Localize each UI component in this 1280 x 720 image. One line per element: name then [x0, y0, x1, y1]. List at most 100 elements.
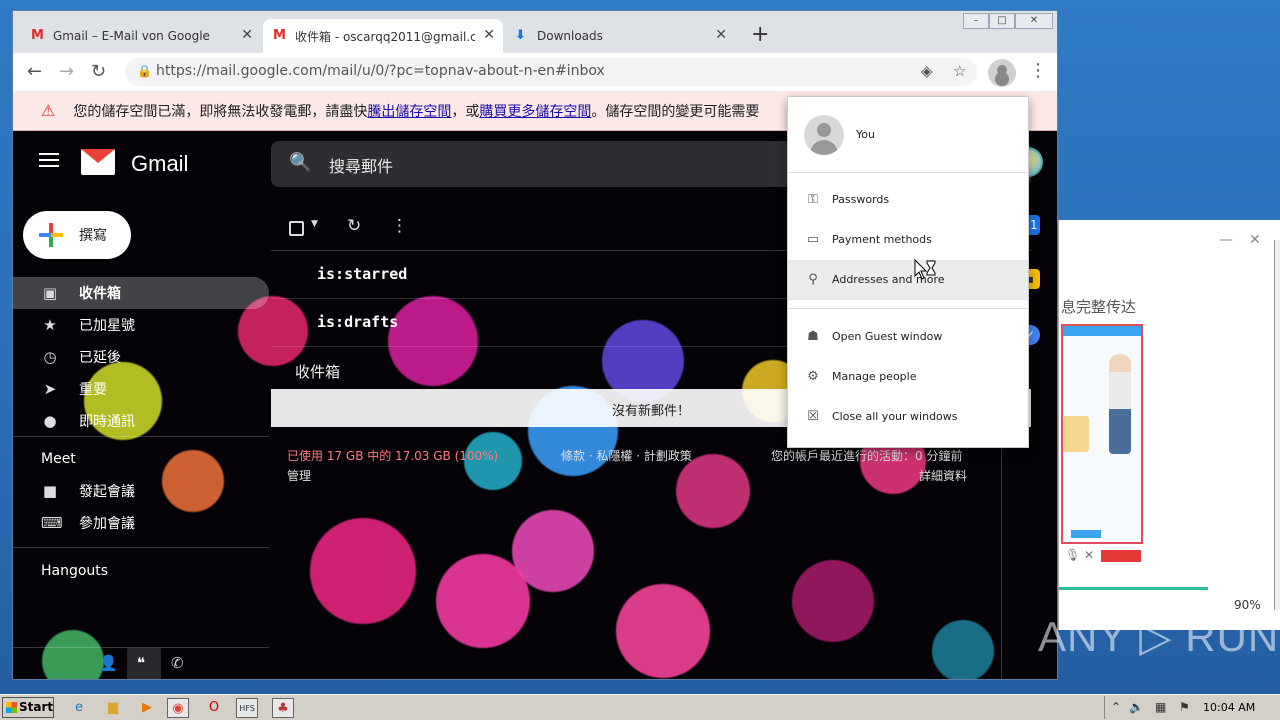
nav-item-chats[interactable]: ● 即時通訊 — [13, 405, 269, 437]
warning-text: 您的儲存空間已滿，即將無法收發電郵，請盡快 — [73, 103, 368, 120]
tab-inbox[interactable]: M 收件箱 - oscarqq2011@gmail.com - Gm ✕ — [263, 19, 503, 53]
minimize-window-button[interactable]: – — [963, 13, 989, 29]
menu-item-label: Open Guest window — [832, 330, 943, 343]
free-up-storage-link[interactable]: 騰出儲存空間 — [367, 101, 451, 121]
media-player-icon[interactable]: ▶ — [136, 698, 158, 718]
main-menu-icon[interactable] — [39, 153, 59, 167]
minimize-icon[interactable]: — — [1219, 232, 1233, 248]
nav-item-inbox[interactable]: ▣ 收件箱 — [13, 277, 269, 309]
search-icon[interactable]: 🔍 — [289, 152, 311, 173]
close-icon[interactable]: ✕ — [241, 27, 253, 43]
nav-label: 已延後 — [79, 350, 121, 366]
start-button[interactable]: Start — [2, 697, 54, 718]
chrome-window: M Gmail – E-Mail von Google ✕ M 收件箱 - os… — [12, 10, 1058, 680]
nav-label: 收件箱 — [79, 286, 121, 302]
hangouts-section-title: Hangouts — [41, 563, 109, 579]
label-icon: ➤ — [43, 380, 57, 398]
ie-icon[interactable]: e — [68, 698, 90, 718]
hangouts-icon[interactable]: ❝ — [137, 654, 145, 672]
menu-item-manage-people[interactable]: ⚙ Manage people — [788, 357, 1028, 397]
policy-links[interactable]: 條款 · 私隱權 · 計劃政策 — [561, 447, 692, 464]
more-options-icon[interactable]: ⋮ — [391, 216, 408, 236]
nav-item-important[interactable]: ➤ 重要 — [13, 373, 269, 405]
folder-icon[interactable]: ▆ — [102, 698, 124, 718]
close-icon[interactable]: ✕ — [483, 27, 495, 43]
volume-icon[interactable]: 🔈 — [1129, 700, 1144, 714]
chrome-icon[interactable]: ◉ — [167, 698, 189, 718]
menu-item-label: Passwords — [832, 193, 890, 206]
chevron-down-icon[interactable]: ▼ — [311, 219, 318, 229]
extension-icon[interactable]: ◈ — [921, 62, 933, 80]
menu-item-addresses[interactable]: ⚲ Addresses and more — [788, 260, 1028, 300]
tab-title: Downloads — [537, 29, 603, 43]
details-link[interactable]: 詳細資料 — [919, 467, 967, 484]
contacts-icon[interactable]: 👤 — [99, 654, 118, 672]
gear-icon: ⚙ — [807, 369, 819, 384]
menu-item-payment-methods[interactable]: ▭ Payment methods — [788, 220, 1028, 260]
profile-button[interactable] — [988, 59, 1016, 87]
meet-list: ■ 發起會議 ⌨ 參加會議 — [13, 475, 269, 539]
tab-downloads[interactable]: ⬇ Downloads ✕ — [505, 19, 735, 53]
menu-item-guest-window[interactable]: ☗ Open Guest window — [788, 317, 1028, 357]
manage-link[interactable]: 管理 — [287, 467, 311, 484]
close-window-button[interactable]: ✕ — [1015, 13, 1053, 29]
new-tab-button[interactable]: + — [751, 23, 769, 47]
progress-percent: 90% — [1234, 598, 1261, 612]
opera-icon[interactable]: O — [203, 698, 225, 718]
menu-divider — [788, 172, 1028, 173]
chrome-menu-icon[interactable]: ⋮ — [1029, 60, 1047, 81]
reload-icon[interactable]: ↻ — [91, 61, 106, 82]
phone-icon[interactable]: ✆ — [171, 654, 184, 672]
profile-name[interactable]: You — [856, 128, 875, 141]
buy-storage-link[interactable]: 購買更多儲存空間 — [479, 101, 591, 121]
close-icon[interactable]: ✕ — [715, 27, 727, 43]
background-app-window[interactable]: — ✕ 息完整传达 🎙 ✕ 90% — [1058, 220, 1280, 630]
nav-item-snoozed[interactable]: ◷ 已延後 — [13, 341, 269, 373]
meet-new-meeting[interactable]: ■ 發起會議 — [13, 475, 269, 507]
menu-item-label: Payment methods — [832, 233, 932, 246]
menu-item-label: Manage people — [832, 370, 917, 383]
app-icon[interactable]: ♣ — [272, 698, 294, 718]
restore-window-button[interactable]: □ — [989, 13, 1015, 29]
video-icon: ■ — [42, 482, 58, 500]
divider — [13, 436, 269, 437]
gmail-logo-text[interactable]: Gmail — [131, 151, 188, 177]
close-box-icon: ☒ — [807, 409, 819, 424]
hangouts-bottom-bar: 👤 ❝ ✆ — [13, 647, 269, 679]
record-button[interactable] — [1101, 550, 1141, 562]
gmail-logo-icon[interactable] — [81, 149, 115, 175]
chip-text: is:starred — [317, 265, 408, 283]
chevron-up-icon[interactable]: ⌃ — [1111, 700, 1121, 714]
lock-icon[interactable]: 🔒 — [137, 64, 152, 78]
network-icon[interactable]: ▦ — [1155, 700, 1166, 714]
chat-icon: ● — [43, 412, 57, 430]
nav-item-starred[interactable]: ★ 已加星號 — [13, 309, 269, 341]
meet-join-meeting[interactable]: ⌨ 參加會議 — [13, 507, 269, 539]
menu-item-passwords[interactable]: ⚿ Passwords — [788, 180, 1028, 220]
select-all-checkbox[interactable] — [289, 221, 304, 236]
bookmark-star-icon[interactable]: ☆ — [953, 62, 966, 80]
tab-title: 收件箱 - oscarqq2011@gmail.com - Gm — [295, 29, 475, 44]
refresh-icon[interactable]: ↻ — [347, 216, 361, 236]
back-icon[interactable]: ← — [27, 61, 42, 82]
hfs-icon[interactable]: HFS — [236, 698, 258, 718]
menu-item-close-windows[interactable]: ☒ Close all your windows — [788, 397, 1028, 437]
close-icon[interactable]: ✕ — [1249, 232, 1261, 248]
flag-icon[interactable]: ⚑ — [1179, 700, 1190, 714]
address-bar[interactable]: 🔒 https://mail.google.com/mail/u/0/?pc=t… — [125, 58, 977, 86]
divider — [13, 547, 269, 548]
microphone-icon[interactable]: 🎙 ✕ — [1065, 548, 1094, 562]
location-pin-icon: ⚲ — [808, 272, 818, 287]
key-icon: ⚿ — [808, 192, 818, 207]
compose-label: 撰寫 — [79, 228, 107, 244]
forward-icon[interactable]: → — [59, 61, 74, 82]
guest-icon: ☗ — [807, 329, 819, 344]
app-headline: 息完整传达 — [1061, 298, 1137, 316]
url-text[interactable]: https://mail.google.com/mail/u/0/?pc=top… — [156, 63, 605, 79]
gmail-nav: ▣ 收件箱 ★ 已加星號 ◷ 已延後 ➤ 重要 ● 即時通訊 — [13, 277, 269, 437]
tab-gmail-de[interactable]: M Gmail – E-Mail von Google ✕ — [21, 19, 261, 53]
phone-preview-image — [1061, 324, 1143, 544]
card-icon: ▭ — [806, 232, 820, 247]
compose-button[interactable]: 撰寫 — [23, 211, 131, 259]
clock[interactable]: 10:04 AM — [1203, 701, 1255, 714]
